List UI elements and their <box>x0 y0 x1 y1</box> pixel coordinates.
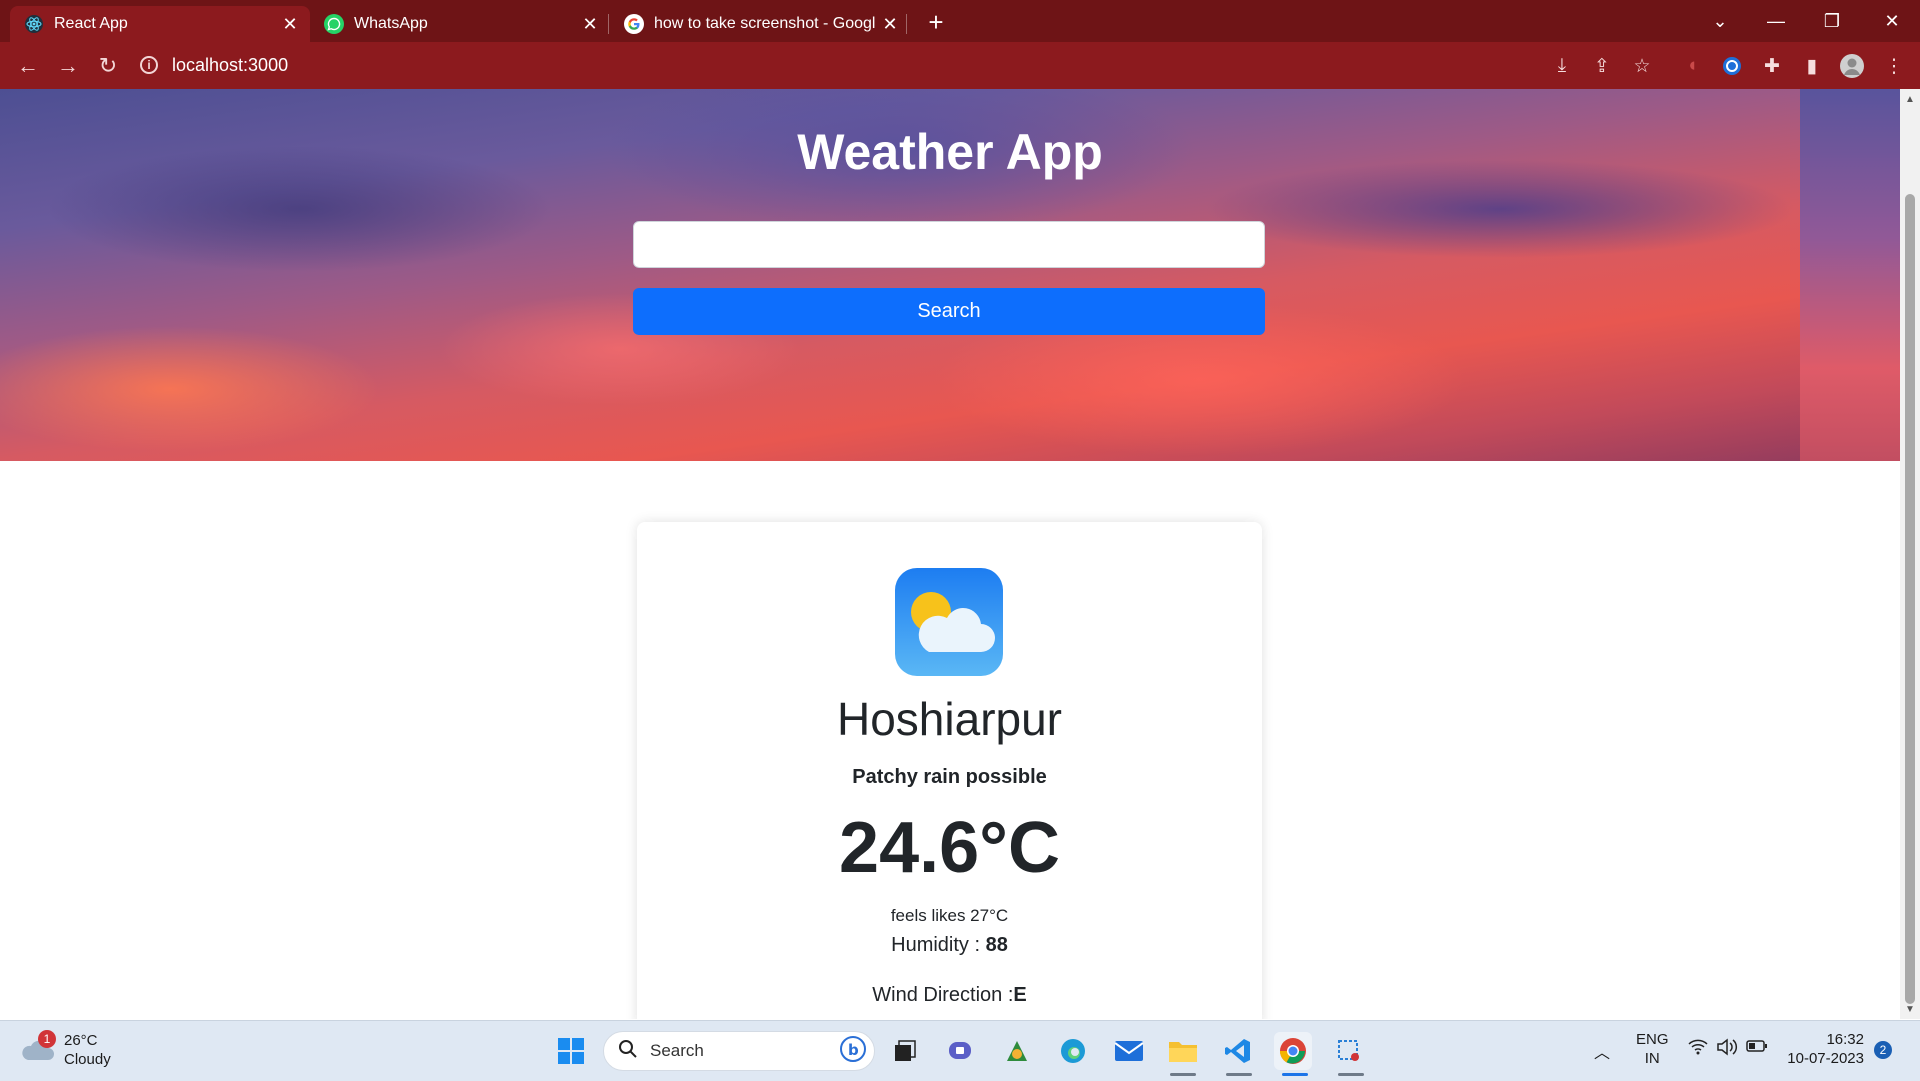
file-explorer-icon[interactable] <box>1164 1032 1202 1070</box>
forward-arrow-icon[interactable]: → <box>52 50 84 82</box>
side-panel-icon[interactable]: ▮ <box>1798 52 1826 80</box>
reload-icon[interactable]: ↻ <box>92 50 124 82</box>
active-indicator <box>1282 1073 1308 1076</box>
running-indicator <box>1338 1073 1364 1076</box>
battery-icon[interactable] <box>1746 1039 1768 1057</box>
tab-separator <box>906 14 907 34</box>
city-search-input[interactable] <box>633 221 1265 268</box>
lang-top: ENG <box>1636 1031 1669 1048</box>
edge-browser-icon[interactable] <box>1054 1032 1092 1070</box>
task-view-icon[interactable] <box>886 1032 924 1070</box>
taskbar-weather-desc: Cloudy <box>64 1051 111 1068</box>
city-name: Hoshiarpur <box>837 693 1062 745</box>
tab-react-app[interactable]: React App ✕ <box>10 6 310 42</box>
clock[interactable]: 16:32 10-07-2023 <box>1782 1030 1864 1068</box>
whatsapp-icon <box>324 14 344 34</box>
scroll-up-icon[interactable]: ▲ <box>1900 91 1920 107</box>
profile-avatar[interactable] <box>1838 52 1866 80</box>
vscode-icon[interactable] <box>1219 1032 1257 1070</box>
feels-like: feels likes 27°C <box>890 906 1009 925</box>
humidity-label: Humidity : <box>891 934 986 956</box>
weather-card: Hoshiarpur Patchy rain possible 24.6°C f… <box>637 522 1262 1019</box>
browser-toolbar: ← → ↻ i localhost:3000 ⤓ ⇪ ☆ ◖ ✚ ▮ ⋮ <box>0 42 1920 89</box>
humidity: Humidity : 88 <box>637 934 1262 957</box>
app-title: Weather App <box>797 124 1103 180</box>
chrome-icon[interactable] <box>1274 1032 1312 1070</box>
minimize-icon[interactable]: — <box>1748 0 1804 42</box>
weather-badge: 1 <box>38 1030 56 1048</box>
extensions-puzzle-icon[interactable]: ✚ <box>1758 52 1786 80</box>
snipping-tool-icon[interactable] <box>1330 1032 1368 1070</box>
bookmark-star-icon[interactable]: ☆ <box>1628 52 1656 80</box>
extension-mouse-icon[interactable]: ◖ <box>1678 52 1706 80</box>
tab-search-icon[interactable]: ⌄ <box>1692 0 1748 42</box>
show-hidden-icons-icon[interactable]: ︿ <box>1594 1039 1610 1063</box>
tab-separator <box>608 14 609 34</box>
taskbar-search-label: Search <box>650 1041 704 1060</box>
extension-sync-icon[interactable] <box>1718 52 1746 80</box>
svg-text:b: b <box>848 1041 859 1059</box>
wifi-icon[interactable] <box>1688 1039 1708 1059</box>
scroll-down-icon[interactable]: ▼ <box>1900 1001 1920 1017</box>
tab-label: how to take screenshot - Google <box>654 15 876 32</box>
taskbar-weather-widget[interactable]: 1 26°C Cloudy <box>20 1030 111 1069</box>
weather-condition: Patchy rain possible <box>852 766 1047 788</box>
close-tab-icon[interactable]: ✕ <box>876 14 904 35</box>
wind-value: E <box>1013 984 1027 1006</box>
back-arrow-icon[interactable]: ← <box>12 50 44 82</box>
teams-chat-icon[interactable] <box>942 1032 980 1070</box>
temperature: 24.6°C <box>839 808 1060 888</box>
notification-badge[interactable]: 2 <box>1874 1041 1892 1059</box>
windows-taskbar: 1 26°C Cloudy Search b ︿ ENG IN 16:32 10… <box>0 1020 1920 1081</box>
running-indicator <box>1226 1073 1252 1076</box>
close-window-icon[interactable]: ✕ <box>1864 0 1920 42</box>
google-icon <box>624 14 644 34</box>
clock-date: 10-07-2023 <box>1787 1050 1864 1067</box>
paint-icon[interactable] <box>998 1032 1036 1070</box>
volume-icon[interactable] <box>1716 1038 1738 1060</box>
restore-icon[interactable]: ❐ <box>1804 0 1860 42</box>
vertical-scrollbar[interactable]: ▲ ▼ <box>1900 89 1920 1019</box>
clock-time: 16:32 <box>1826 1031 1864 1048</box>
tab-whatsapp[interactable]: WhatsApp ✕ <box>310 6 610 42</box>
site-info-icon[interactable]: i <box>140 56 158 74</box>
close-tab-icon[interactable]: ✕ <box>276 14 304 35</box>
tab-google-search[interactable]: how to take screenshot - Google ✕ <box>610 6 910 42</box>
search-button[interactable]: Search <box>633 288 1265 335</box>
language-indicator[interactable]: ENG IN <box>1636 1030 1669 1068</box>
wind-label: Wind Direction : <box>872 984 1014 1006</box>
address-bar[interactable]: i localhost:3000 <box>140 48 1540 82</box>
mail-icon[interactable] <box>1110 1032 1148 1070</box>
cloud-icon: 1 <box>20 1030 56 1064</box>
bing-icon: b <box>840 1035 866 1067</box>
url-text: localhost:3000 <box>172 54 289 75</box>
windows-start-icon[interactable] <box>552 1032 590 1070</box>
react-icon <box>24 14 44 34</box>
menu-kebab-icon[interactable]: ⋮ <box>1880 52 1908 80</box>
share-icon[interactable]: ⇪ <box>1588 52 1616 80</box>
tab-label: WhatsApp <box>354 15 428 32</box>
tab-label: React App <box>54 15 128 32</box>
running-indicator <box>1170 1073 1196 1076</box>
browser-tab-strip: React App ✕ WhatsApp ✕ how to take scree… <box>0 0 1920 42</box>
search-icon <box>618 1039 638 1064</box>
partly-cloudy-icon <box>895 568 1003 676</box>
scroll-thumb[interactable] <box>1905 194 1915 1004</box>
taskbar-weather-temp: 26°C <box>64 1032 98 1049</box>
humidity-value: 88 <box>985 934 1008 956</box>
lang-bottom: IN <box>1644 1050 1660 1067</box>
page-viewport: Weather App Search Hoshiarpur Patchy rai… <box>0 89 1900 1019</box>
taskbar-search-box[interactable]: Search b <box>603 1031 875 1071</box>
close-tab-icon[interactable]: ✕ <box>576 14 604 35</box>
install-app-icon[interactable]: ⤓ <box>1548 52 1576 80</box>
wind-direction: Wind Direction :E <box>637 984 1262 1007</box>
new-tab-button[interactable]: + <box>920 6 952 38</box>
